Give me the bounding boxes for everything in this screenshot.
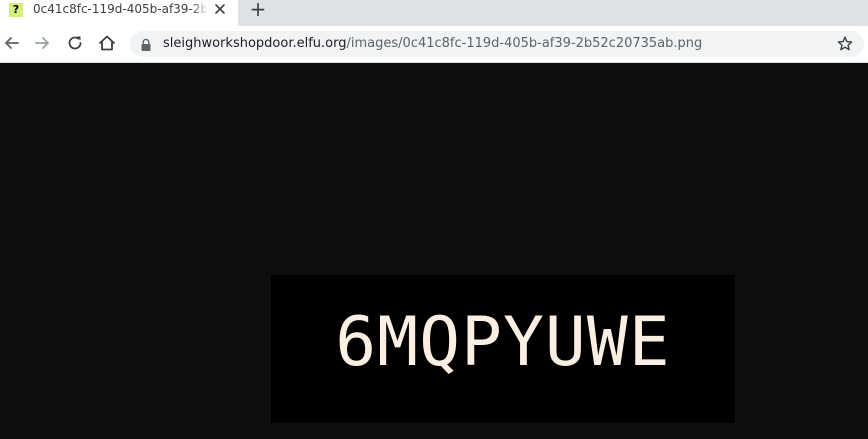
arrow-right-icon[interactable] xyxy=(31,32,53,54)
close-icon[interactable] xyxy=(212,1,228,17)
reload-icon[interactable] xyxy=(64,32,86,54)
captcha-image: 6MQPYUWE xyxy=(271,275,735,423)
tab-strip: ? 0c41c8fc-119d-405b-af39-2b52c20735ab.p… xyxy=(0,0,868,26)
tab-title: 0c41c8fc-119d-405b-af39-2b52c20735ab.png xyxy=(33,2,207,16)
arrow-left-icon[interactable] xyxy=(1,32,23,54)
star-icon[interactable] xyxy=(836,35,854,53)
page-viewport: 6MQPYUWE xyxy=(0,63,868,439)
url-host: sleighworkshopdoor.elfu.org xyxy=(163,36,347,51)
lock-icon[interactable] xyxy=(140,37,152,51)
url-path: /images/0c41c8fc-119d-405b-af39-2b52c207… xyxy=(346,36,703,51)
address-bar[interactable]: sleighworkshopdoor.elfu.org/images/0c41c… xyxy=(130,31,864,57)
browser-toolbar: sleighworkshopdoor.elfu.org/images/0c41c… xyxy=(0,26,868,63)
url-text[interactable]: sleighworkshopdoor.elfu.org/images/0c41c… xyxy=(163,31,702,57)
captcha-text: 6MQPYUWE xyxy=(335,303,671,382)
new-tab-button[interactable]: + xyxy=(248,0,268,19)
active-tab[interactable]: ? 0c41c8fc-119d-405b-af39-2b52c20735ab.p… xyxy=(0,0,238,26)
tab-favicon: ? xyxy=(9,3,23,17)
home-icon[interactable] xyxy=(96,32,118,54)
tab-title-fade xyxy=(192,0,208,18)
